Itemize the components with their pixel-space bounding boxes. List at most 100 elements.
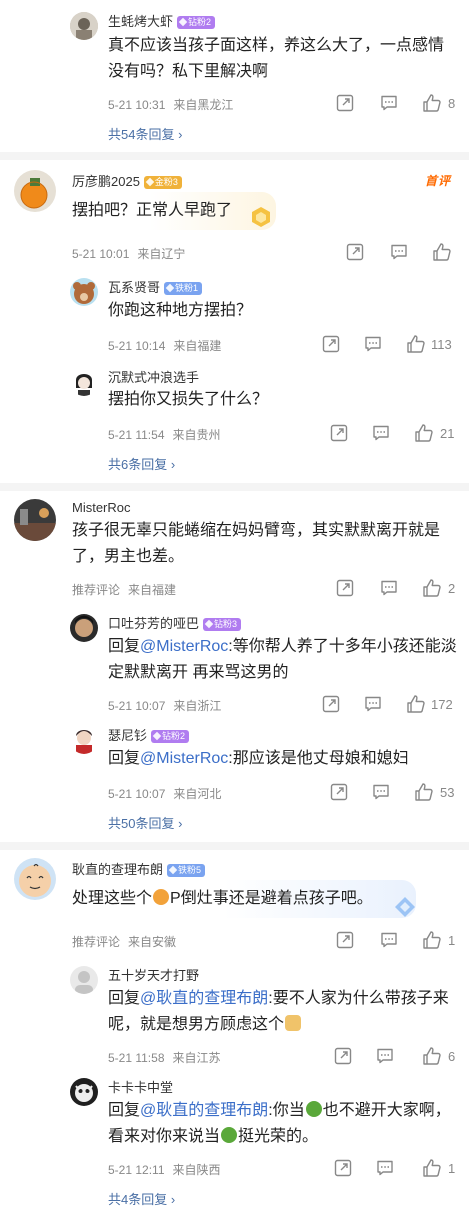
dog-emoji-icon — [153, 889, 170, 905]
comment-icon[interactable] — [372, 424, 390, 444]
comment-icon[interactable] — [376, 1047, 394, 1067]
comment-meta: 推荐评论 来自安徽 — [72, 935, 177, 949]
view-more-replies[interactable]: 共6条回复 › — [108, 454, 175, 473]
thumbs-up-icon[interactable] — [406, 694, 426, 714]
like-count: 8 — [448, 96, 456, 111]
comment-text: 处理这些个 P倒灶事还是避着点孩子吧。 — [72, 889, 373, 907]
comment-icon[interactable] — [372, 783, 390, 803]
reply-username[interactable]: 瑟尼钐 钻粉2 — [108, 725, 190, 744]
comment-icon[interactable] — [380, 931, 398, 951]
comment-username[interactable]: 厉彦鹏2025 金粉3 — [72, 171, 182, 190]
avatar[interactable] — [70, 614, 98, 642]
thumbs-up-icon[interactable] — [422, 93, 442, 113]
reply-meta: 5-21 10:14 来自福建 — [108, 339, 222, 353]
share-icon[interactable] — [336, 931, 354, 951]
share-icon[interactable] — [322, 335, 340, 355]
reply-username[interactable]: 口吐芬芳的哑巴 钻粉3 — [108, 613, 242, 632]
reply-username[interactable]: 卡卡卡中堂 — [108, 1077, 173, 1096]
fan-badge: 钻粉2 — [177, 16, 216, 29]
view-more-replies[interactable]: 共54条回复 › — [108, 124, 182, 143]
avatar[interactable] — [70, 726, 98, 754]
reply-text: 回复@MisterRoc:等你帮人养了十多年小孩还能淡定默默离开 再来骂这男的 — [108, 638, 457, 681]
mention-link[interactable]: @MisterRoc — [140, 638, 228, 655]
reply-meta: 5-21 10:07 来自河北 — [108, 787, 222, 801]
mention-link[interactable]: @MisterRoc — [140, 750, 228, 767]
share-icon[interactable] — [330, 424, 348, 444]
share-icon[interactable] — [322, 695, 340, 715]
mention-link[interactable]: @耿直的查理布朗 — [140, 1102, 268, 1119]
turtle-emoji-icon — [221, 1127, 238, 1143]
share-icon[interactable] — [336, 94, 354, 114]
comment-icon[interactable] — [380, 94, 398, 114]
like-count: 21 — [440, 426, 455, 441]
like-count: 1 — [448, 1161, 456, 1176]
comment-icon[interactable] — [364, 335, 382, 355]
like-count: 53 — [440, 785, 455, 800]
thumbs-up-icon[interactable] — [422, 578, 442, 598]
share-icon[interactable] — [336, 579, 354, 599]
share-icon[interactable] — [346, 243, 364, 263]
like-count: 172 — [431, 697, 453, 712]
thumbs-up-icon[interactable] — [414, 782, 434, 802]
thumbs-up-icon[interactable] — [422, 1158, 442, 1178]
avatar[interactable] — [14, 170, 56, 212]
reply-meta: 5-21 11:58 来自江苏 — [108, 1051, 221, 1065]
thumbs-up-icon[interactable] — [432, 242, 452, 262]
reply-username[interactable]: 瓦系贤哥 铁粉1 — [108, 277, 203, 296]
comment-meta: 推荐评论 来自福建 — [72, 583, 177, 597]
fan-badge: 金粉3 — [143, 176, 182, 189]
divider — [0, 842, 469, 850]
divider — [0, 152, 469, 160]
bubble-decoration-icon — [250, 206, 272, 228]
turtle-emoji-icon — [305, 1101, 322, 1117]
avatar[interactable] — [14, 499, 56, 541]
view-more-replies[interactable]: 共4条回复 › — [108, 1189, 175, 1208]
chevron-right-icon: › — [170, 457, 176, 472]
avatar[interactable] — [70, 12, 98, 40]
fan-badge: 钻粉3 — [203, 618, 242, 631]
reply-username[interactable]: 生蚝烤大虾 钻粉2 — [108, 11, 216, 30]
reply-text: 回复@耿直的查理布朗:要不人家为什么带孩子来呢，就是想男方顾虑这个 — [108, 990, 449, 1033]
comment-text: 孩子很无辜只能蜷缩在妈妈臂弯，其实默默离开就是了，男主也差。 — [72, 522, 441, 565]
reply-meta: 5-21 12:11 来自陕西 — [108, 1163, 221, 1177]
thumbs-up-icon[interactable] — [406, 334, 426, 354]
chevron-right-icon: › — [178, 127, 183, 142]
share-icon[interactable] — [334, 1159, 352, 1179]
bubble-decoration-icon — [394, 896, 416, 918]
reply-text: 真不应该当孩子面这样，养这么大了，一点感情没有吗？私下里解决啊 — [108, 37, 445, 80]
like-count: 6 — [448, 1049, 456, 1064]
comment-icon[interactable] — [380, 579, 398, 599]
divider — [0, 483, 469, 491]
mention-link[interactable]: @耿直的查理布朗 — [140, 990, 268, 1007]
first-comment-badge: 首评 — [425, 174, 452, 188]
fan-badge: 钻粉2 — [151, 730, 190, 743]
like-count: 113 — [431, 337, 452, 352]
reply-meta: 5-21 10:07 来自浙江 — [108, 699, 222, 713]
reply-username[interactable]: 沉默式冲浪选手 — [108, 367, 199, 386]
share-icon[interactable] — [330, 783, 348, 803]
reply-text: 回复@MisterRoc:那应该是他丈母娘和媳妇 — [108, 750, 409, 767]
avatar[interactable] — [70, 966, 98, 994]
thumbs-up-icon[interactable] — [422, 930, 442, 950]
like-count: 1 — [448, 933, 456, 948]
avatar[interactable] — [14, 858, 56, 900]
thumbs-up-icon[interactable] — [414, 423, 434, 443]
reply-text: 你跑这种地方摆拍？ — [108, 302, 253, 319]
like-count: 2 — [448, 581, 456, 596]
avatar[interactable] — [70, 1078, 98, 1106]
avatar[interactable] — [70, 278, 98, 306]
comment-icon[interactable] — [364, 695, 382, 715]
share-icon[interactable] — [334, 1047, 352, 1067]
comment-username[interactable]: 耿直的查理布朗 铁粉5 — [72, 859, 206, 878]
comment-username[interactable]: MisterRoc — [72, 500, 131, 515]
thumbs-up-icon[interactable] — [422, 1046, 442, 1066]
comment-icon[interactable] — [376, 1159, 394, 1179]
fan-badge: 铁粉5 — [167, 864, 206, 877]
view-more-replies[interactable]: 共50条回复 › — [108, 813, 182, 832]
reply-username[interactable]: 五十岁天才打野 — [108, 965, 199, 984]
reply-text: 摆拍你又损失了什么？ — [108, 391, 269, 408]
avatar[interactable] — [70, 368, 98, 396]
doge-emoji-icon — [285, 1015, 302, 1031]
fan-badge: 铁粉1 — [164, 282, 203, 295]
comment-icon[interactable] — [390, 243, 408, 263]
